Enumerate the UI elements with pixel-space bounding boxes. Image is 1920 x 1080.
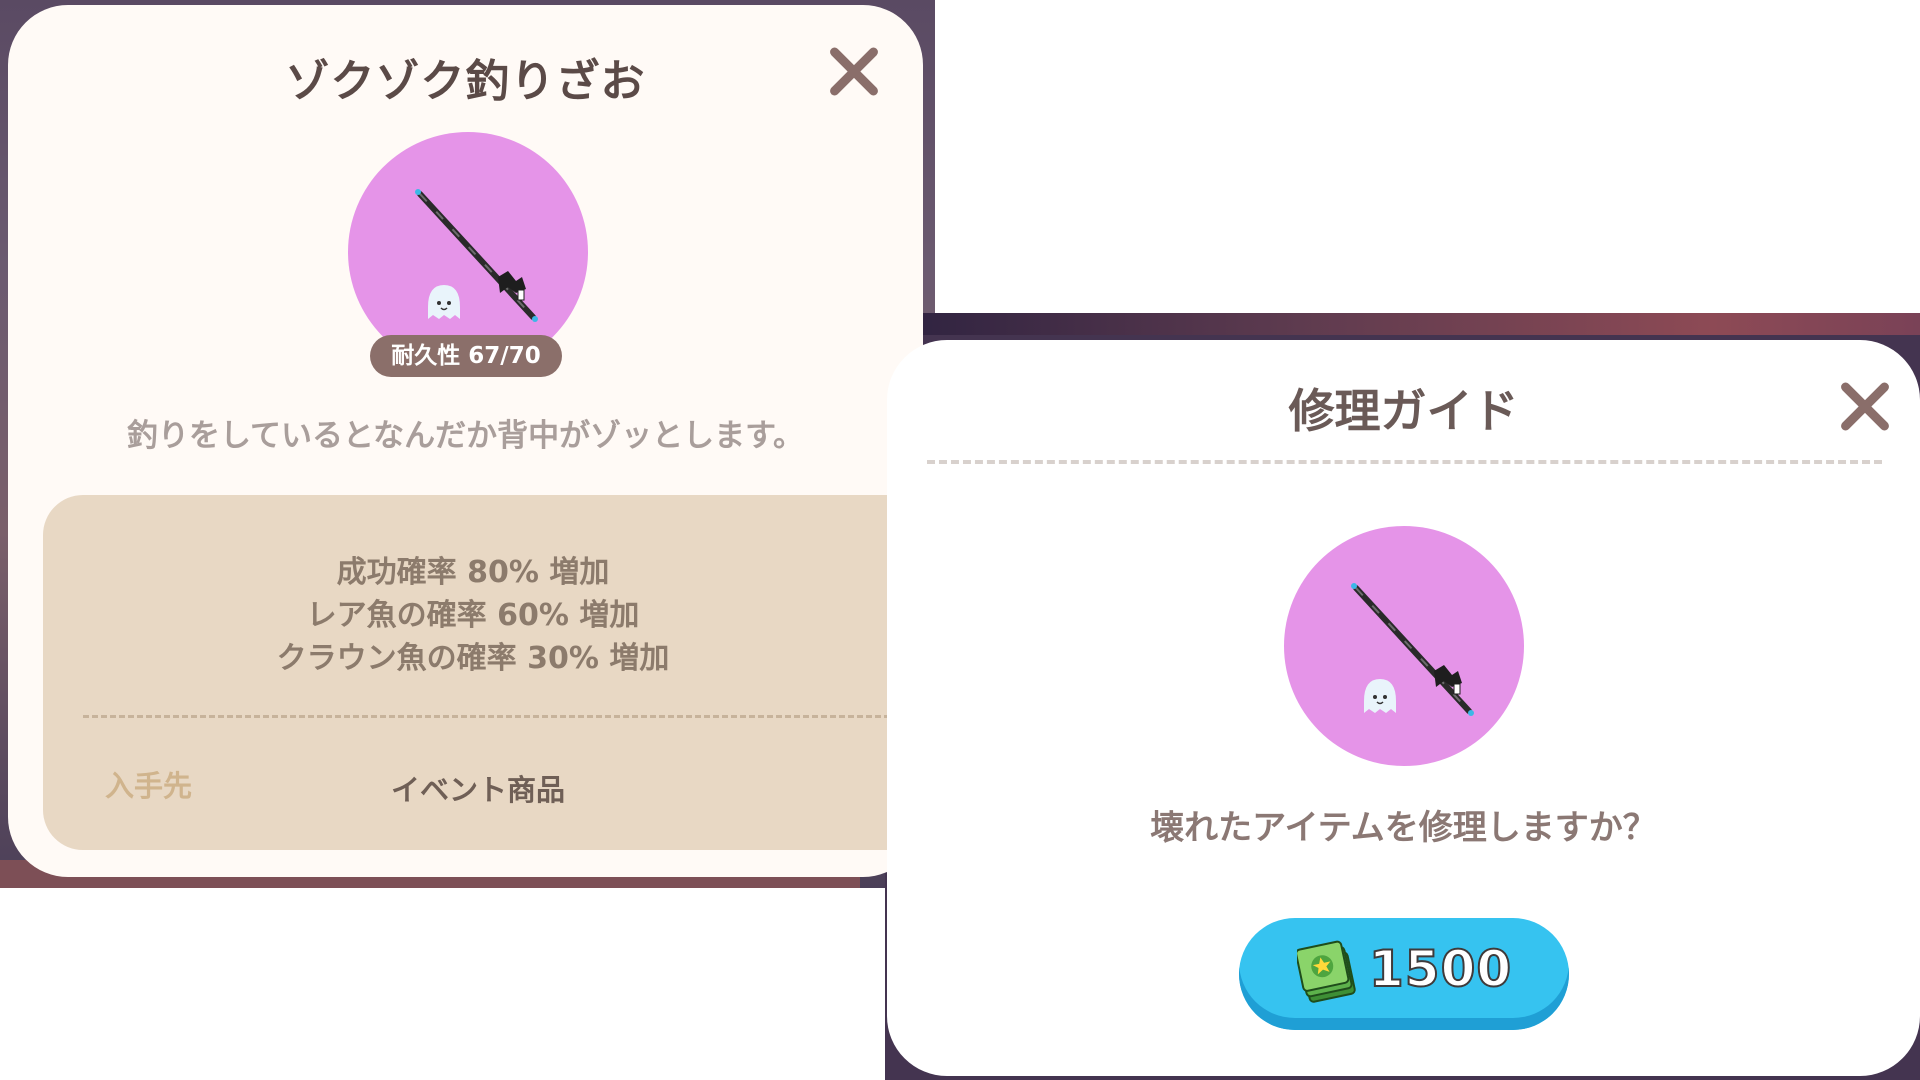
- durability-badge: 耐久性 67/70: [370, 335, 562, 377]
- item-description: 釣りをしているとなんだか背中がゾッとします。: [126, 418, 805, 454]
- close-icon[interactable]: [826, 43, 882, 99]
- item-image-circle: [1284, 526, 1524, 766]
- stat-line: 成功確率 80% 増加: [336, 555, 610, 590]
- item-detail-panel: ゾクゾク釣りざお 耐久性 67/70 釣りをしているとなんだか背中がゾッとします…: [8, 5, 923, 877]
- repair-title: 修理ガイド: [1288, 384, 1519, 438]
- source-label: 入手先: [105, 769, 193, 803]
- stat-line: クラウン魚の確率 30% 増加: [276, 641, 670, 676]
- repair-guide-panel: 修理ガイド 壊れたアイテムを修理しますか？ 1500: [887, 340, 1920, 1076]
- repair-cost-button[interactable]: 1500: [1239, 918, 1569, 1030]
- cash-stack-icon: [1297, 940, 1356, 1003]
- stat-line: レア魚の確率 60% 増加: [306, 598, 640, 633]
- repair-cost-value: 1500: [1368, 939, 1513, 999]
- stats-box: 成功確率 80% 増加 レア魚の確率 60% 増加 クラウン魚の確率 30% 増…: [43, 495, 923, 850]
- ghost-icon: [428, 285, 460, 319]
- fishing-rod-icon: [1351, 583, 1474, 716]
- repair-question: 壊れたアイテムを修理しますか？: [1150, 808, 1657, 848]
- divider: [83, 715, 908, 718]
- background-strip-top: [885, 313, 1920, 335]
- ghost-icon: [1364, 679, 1396, 713]
- divider: [927, 460, 1882, 464]
- item-title: ゾクゾク釣りざお: [285, 56, 646, 107]
- close-icon[interactable]: [1837, 378, 1893, 434]
- source-value: イベント商品: [391, 773, 566, 807]
